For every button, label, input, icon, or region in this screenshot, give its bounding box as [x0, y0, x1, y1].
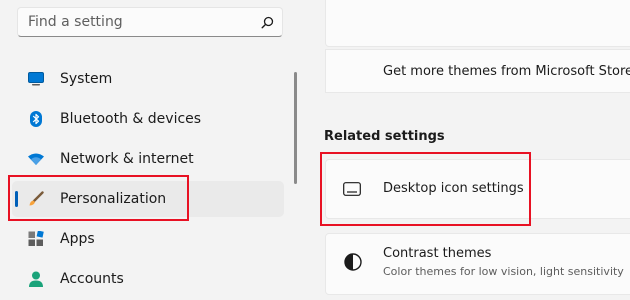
sidebar-item-network-internet[interactable]: Network & internet	[12, 141, 284, 177]
highlight-box-desktop-icon-settings	[320, 152, 531, 226]
sidebar-item-bluetooth-devices[interactable]: Bluetooth & devices	[12, 101, 284, 137]
contrast-icon	[344, 253, 362, 271]
search-icon[interactable]	[260, 15, 274, 29]
highlight-box-personalization	[8, 175, 189, 221]
system-monitor-icon	[28, 71, 44, 87]
search-box[interactable]	[17, 7, 283, 37]
sidebar-item-apps[interactable]: Apps	[12, 221, 284, 257]
get-more-themes-card[interactable]: Get more themes from Microsoft Store	[325, 49, 630, 93]
bluetooth-icon	[28, 111, 44, 127]
sidebar-item-label: System	[60, 71, 113, 87]
account-icon	[28, 271, 44, 287]
contrast-themes-label: Contrast themes	[383, 246, 492, 261]
related-settings-heading: Related settings	[324, 129, 445, 144]
contrast-themes-card[interactable]: Contrast themes Color themes for low vis…	[325, 233, 630, 295]
sidebar-item-label: Accounts	[60, 271, 124, 287]
contrast-themes-description: Color themes for low vision, light sensi…	[383, 265, 624, 278]
apps-icon	[28, 231, 44, 247]
sidebar-item-label: Network & internet	[60, 151, 194, 167]
sidebar-item-accounts[interactable]: Accounts	[12, 261, 284, 297]
sidebar-scrollbar[interactable]	[294, 72, 297, 184]
sidebar-item-system[interactable]: System	[12, 61, 284, 97]
search-input[interactable]	[28, 14, 260, 30]
sidebar-item-label: Apps	[60, 231, 95, 247]
get-more-themes-link[interactable]: Get more themes from Microsoft Store	[383, 64, 630, 79]
wifi-icon	[28, 151, 44, 167]
sidebar-item-label: Bluetooth & devices	[60, 111, 202, 127]
themes-gallery-card	[325, 0, 630, 47]
